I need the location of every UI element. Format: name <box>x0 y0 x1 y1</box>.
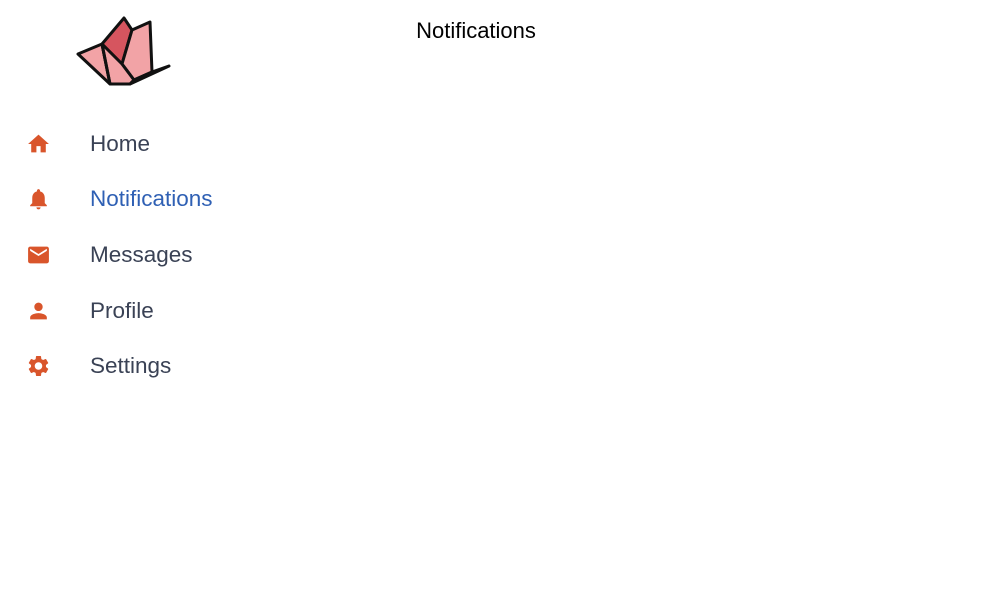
sidebar-item-notifications[interactable]: Notifications <box>0 172 300 228</box>
sidebar-item-label: Profile <box>90 297 154 323</box>
home-icon <box>26 131 51 156</box>
app-window: Notifications Home Notifications Message… <box>0 0 1000 595</box>
sidebar-item-home[interactable]: Home <box>0 116 300 172</box>
sidebar-nav: Home Notifications Messages Profile Sett <box>0 116 300 394</box>
sidebar-item-profile[interactable]: Profile <box>0 283 300 339</box>
sidebar-item-settings[interactable]: Settings <box>0 338 300 394</box>
sidebar-item-label: Messages <box>90 241 193 267</box>
gear-icon <box>26 354 51 379</box>
page-title: Notifications <box>416 18 536 43</box>
person-icon <box>26 298 51 323</box>
mail-icon <box>26 242 51 267</box>
origami-crane-icon[interactable] <box>74 14 174 90</box>
sidebar-item-messages[interactable]: Messages <box>0 227 300 283</box>
bell-icon <box>26 187 51 212</box>
sidebar-item-label: Notifications <box>90 186 213 212</box>
sidebar-item-label: Settings <box>90 353 172 379</box>
sidebar-item-label: Home <box>90 130 151 156</box>
